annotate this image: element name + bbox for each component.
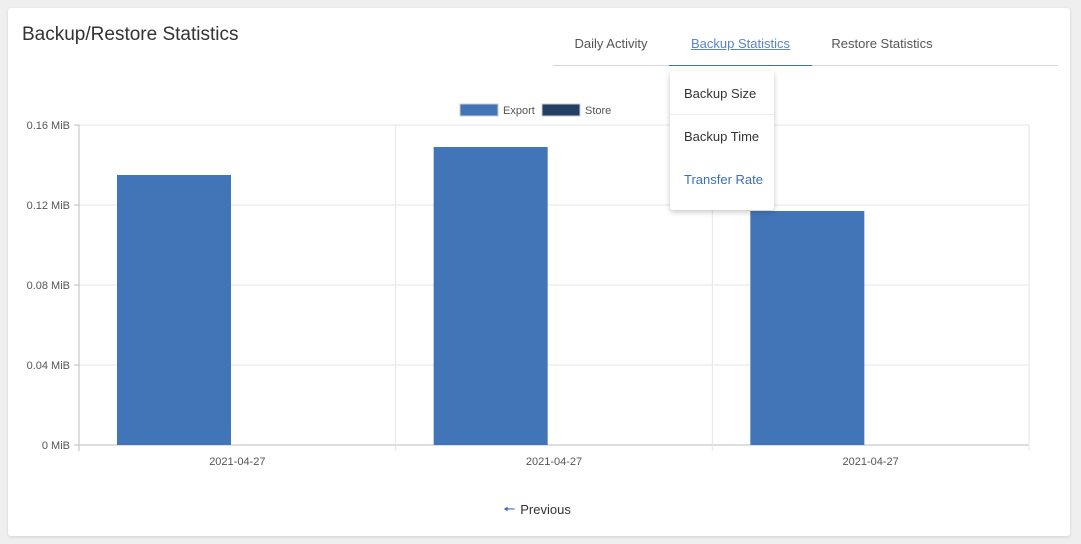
x-tick-label: 2021-04-27	[843, 456, 899, 468]
bar-export-0[interactable]	[117, 175, 231, 445]
bar-export-1[interactable]	[433, 147, 548, 445]
y-tick-label: 0.08 MiB	[27, 280, 70, 292]
tab-daily-activity[interactable]: Daily Activity	[553, 28, 669, 66]
y-tick-label: 0 MiB	[42, 440, 70, 452]
bar-export-2[interactable]	[750, 211, 865, 445]
legend-swatch-export[interactable]	[459, 103, 499, 117]
menu-item-backup-time[interactable]: Backup Time	[670, 115, 774, 158]
x-axis: 2021-04-27 2021-04-27 2021-04-27	[209, 456, 899, 468]
menu-item-backup-size[interactable]: Backup Size	[670, 72, 774, 115]
x-tick-label: 2021-04-27	[209, 456, 265, 468]
backup-chart: 0 MiB 0.04 MiB 0.08 MiB 0.12 MiB 0.16 MiB 20…	[27, 103, 1030, 468]
previous-button[interactable]: 🠔 Previous	[503, 499, 571, 521]
y-axis: 0 MiB 0.04 MiB 0.08 MiB 0.12 MiB 0.16 MiB	[27, 120, 79, 452]
tab-restore-statistics[interactable]: Restore Statistics	[812, 28, 952, 66]
menu-item-transfer-rate[interactable]: Transfer Rate	[670, 158, 774, 201]
arrow-left-icon: 🠔	[503, 502, 516, 518]
y-tick-label: 0.04 MiB	[27, 360, 70, 372]
y-tick-label: 0.12 MiB	[27, 200, 70, 212]
legend-label-store: Store	[585, 105, 611, 117]
chart-legend: Export Store	[459, 103, 611, 117]
legend-swatch-store[interactable]	[541, 103, 581, 117]
x-tick-label: 2021-04-27	[526, 456, 582, 468]
backup-statistics-menu: Backup Size Backup Time Transfer Rate	[670, 71, 774, 210]
legend-label-export: Export	[503, 105, 535, 117]
tab-backup-statistics[interactable]: Backup Statistics	[669, 28, 812, 66]
y-tick-label: 0.16 MiB	[27, 120, 70, 132]
previous-label: Previous	[520, 502, 571, 517]
statistics-card: Backup/Restore Statistics 0 MiB 0.04 MiB 0…	[8, 8, 1070, 536]
statistics-tabs: Daily Activity Backup Statistics Restore…	[553, 28, 1058, 66]
